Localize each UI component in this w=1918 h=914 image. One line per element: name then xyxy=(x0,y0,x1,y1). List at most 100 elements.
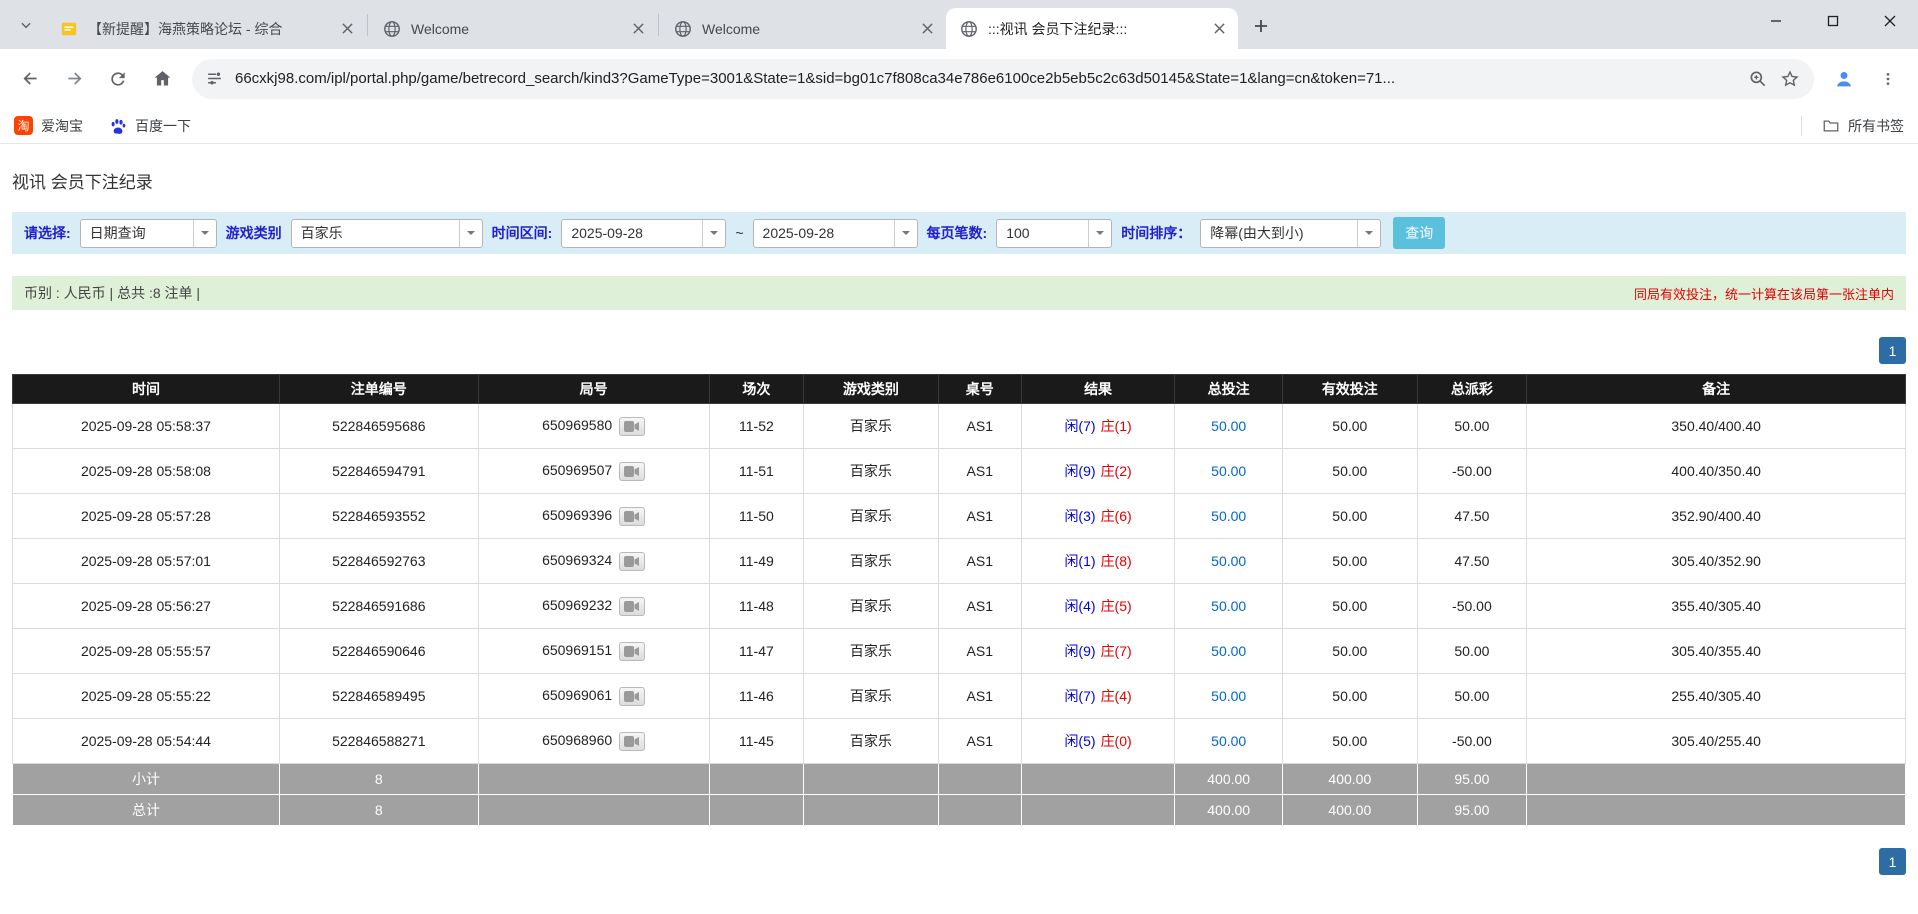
video-replay-button[interactable] xyxy=(619,507,645,526)
cell-time: 2025-09-28 05:57:01 xyxy=(13,539,280,584)
cell-game-type: 百家乐 xyxy=(804,494,938,539)
cell-result: 闲(9)庄(7) xyxy=(1021,629,1174,674)
chevron-down-icon xyxy=(19,18,33,32)
col-result: 结果 xyxy=(1021,375,1174,404)
total-bet-link[interactable]: 50.00 xyxy=(1211,598,1246,614)
home-button[interactable] xyxy=(142,59,182,99)
bookmark-aitaobao[interactable]: 淘 爱淘宝 xyxy=(14,116,83,136)
cell-result: 闲(5)庄(0) xyxy=(1021,719,1174,764)
bookmarks-bar: 淘 爱淘宝 百度一下 所有书签 xyxy=(0,108,1918,144)
dropdown-arrow-icon[interactable] xyxy=(193,220,216,247)
zoom-icon[interactable] xyxy=(1748,69,1768,89)
dropdown-arrow-icon[interactable] xyxy=(894,220,917,247)
tab-close-icon[interactable] xyxy=(1208,18,1230,40)
browser-menu-button[interactable] xyxy=(1868,59,1908,99)
dropdown-arrow-icon[interactable] xyxy=(459,220,482,247)
total-bet-link[interactable]: 50.00 xyxy=(1211,508,1246,524)
dropdown-arrow-icon[interactable] xyxy=(1088,220,1111,247)
round-number: 650969232 xyxy=(542,597,612,613)
address-bar[interactable]: 66cxkj98.com/ipl/portal.php/game/betreco… xyxy=(192,59,1814,99)
query-mode-select[interactable]: 日期查询 xyxy=(80,219,217,248)
tab-close-icon[interactable] xyxy=(627,18,649,40)
total-bet-link[interactable]: 50.00 xyxy=(1211,553,1246,569)
browser-tab-forum[interactable]: 【新提醒】海燕策略论坛 - 综合 xyxy=(46,8,366,49)
all-bookmarks[interactable]: 所有书签 xyxy=(1801,116,1904,136)
tab-close-icon[interactable] xyxy=(916,18,938,40)
cell-table: AS1 xyxy=(938,404,1021,449)
bet-record-row: 2025-09-28 05:55:57522846590646650969151… xyxy=(13,629,1906,674)
cell-bet-id: 522846589495 xyxy=(279,674,478,719)
cell-round: 650969507 xyxy=(478,449,709,494)
tab-close-icon[interactable] xyxy=(336,18,358,40)
page-number-button[interactable]: 1 xyxy=(1879,337,1906,364)
window-close-button[interactable] xyxy=(1861,0,1918,42)
subtotal-row: 小计 8 400.00 400.00 95.00 xyxy=(13,764,1906,795)
video-replay-button[interactable] xyxy=(619,687,645,706)
per-page-select[interactable]: 100 xyxy=(996,219,1112,248)
col-time: 时间 xyxy=(13,375,280,404)
round-number: 650969580 xyxy=(542,417,612,433)
bookmarks-divider xyxy=(1801,116,1802,136)
game-type-select[interactable]: 百家乐 xyxy=(291,219,483,248)
total-valid-bet: 400.00 xyxy=(1283,795,1417,826)
cell-result: 闲(3)庄(6) xyxy=(1021,494,1174,539)
cell-table: AS1 xyxy=(938,539,1021,584)
cell-time: 2025-09-28 05:54:44 xyxy=(13,719,280,764)
search-button[interactable]: 查询 xyxy=(1393,217,1445,249)
total-row: 总计 8 400.00 400.00 95.00 xyxy=(13,795,1906,826)
cell-result: 闲(1)庄(8) xyxy=(1021,539,1174,584)
tab-title: 【新提醒】海燕策略论坛 - 综合 xyxy=(88,19,326,39)
cell-total-bet: 50.00 xyxy=(1175,629,1283,674)
new-tab-button[interactable] xyxy=(1246,11,1276,41)
cell-session: 11-49 xyxy=(709,539,804,584)
col-table: 桌号 xyxy=(938,375,1021,404)
total-bet-link[interactable]: 50.00 xyxy=(1211,643,1246,659)
col-payout: 总派彩 xyxy=(1417,375,1527,404)
bookmark-star-icon[interactable] xyxy=(1780,69,1800,89)
sort-value: 降幂(由大到小) xyxy=(1201,223,1357,243)
total-bet-link[interactable]: 50.00 xyxy=(1211,688,1246,704)
page-number-button[interactable]: 1 xyxy=(1879,848,1906,875)
pagination-top: 1 xyxy=(12,337,1906,364)
date-from-select[interactable]: 2025-09-28 xyxy=(561,219,726,248)
cell-total-bet: 50.00 xyxy=(1175,719,1283,764)
browser-tab-welcome-1[interactable]: Welcome xyxy=(369,8,657,49)
cell-note: 352.90/400.40 xyxy=(1527,494,1906,539)
browser-tab-welcome-2[interactable]: Welcome xyxy=(660,8,946,49)
cell-round: 650968960 xyxy=(478,719,709,764)
maximize-button[interactable] xyxy=(1804,0,1861,42)
cell-game-type: 百家乐 xyxy=(804,629,938,674)
profile-button[interactable] xyxy=(1824,59,1864,99)
query-mode-value: 日期查询 xyxy=(81,223,193,243)
video-replay-button[interactable] xyxy=(619,732,645,751)
video-replay-button[interactable] xyxy=(619,642,645,661)
video-replay-button[interactable] xyxy=(619,417,645,436)
date-to-select[interactable]: 2025-09-28 xyxy=(753,219,918,248)
browser-tab-betrecord[interactable]: :::视讯 会员下注纪录::: xyxy=(946,8,1238,49)
total-bet-link[interactable]: 50.00 xyxy=(1211,418,1246,434)
cell-payout: 50.00 xyxy=(1417,674,1527,719)
dropdown-arrow-icon[interactable] xyxy=(702,220,725,247)
dropdown-arrow-icon[interactable] xyxy=(1357,220,1380,247)
total-bet-link[interactable]: 50.00 xyxy=(1211,463,1246,479)
tab-search-button[interactable] xyxy=(10,9,42,41)
sort-select[interactable]: 降幂(由大到小) xyxy=(1200,219,1381,248)
video-replay-button[interactable] xyxy=(619,552,645,571)
bookmark-baidu[interactable]: 百度一下 xyxy=(109,116,191,136)
forward-button[interactable] xyxy=(54,59,94,99)
minimize-button[interactable] xyxy=(1747,0,1804,42)
globe-icon xyxy=(383,20,401,38)
cell-game-type: 百家乐 xyxy=(804,584,938,629)
subtotal-count: 8 xyxy=(279,764,478,795)
back-button[interactable] xyxy=(10,59,50,99)
video-replay-button[interactable] xyxy=(619,597,645,616)
result-player: 闲(3) xyxy=(1064,508,1095,524)
video-replay-button[interactable] xyxy=(619,462,645,481)
cell-note: 305.40/352.90 xyxy=(1527,539,1906,584)
cell-payout: -50.00 xyxy=(1417,449,1527,494)
total-bet-link[interactable]: 50.00 xyxy=(1211,733,1246,749)
baidu-paw-icon xyxy=(109,117,127,135)
cell-round: 650969151 xyxy=(478,629,709,674)
reload-button[interactable] xyxy=(98,59,138,99)
cell-result: 闲(4)庄(5) xyxy=(1021,584,1174,629)
